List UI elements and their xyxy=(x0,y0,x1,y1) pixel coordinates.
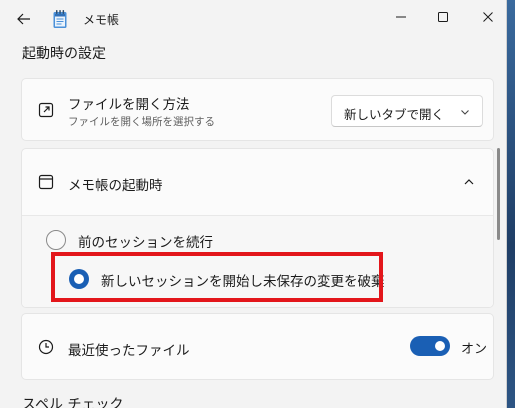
open-file-label: ファイルを開く方法 xyxy=(68,97,190,113)
app-title: メモ帳 xyxy=(83,13,120,27)
recent-files-setting-card: 最近使ったファイル オン xyxy=(21,313,494,380)
title-bar: メモ帳 xyxy=(0,0,506,38)
recent-files-label: 最近使ったファイル xyxy=(68,343,190,359)
toggle-state-label: オン xyxy=(461,342,488,357)
close-icon xyxy=(483,12,493,22)
startup-label: メモ帳の起動時 xyxy=(68,178,163,194)
recent-files-toggle[interactable] xyxy=(410,336,450,356)
section-title-spell-check: スペル チェック xyxy=(22,397,124,408)
radio-label: 前のセッションを続行 xyxy=(78,235,213,251)
minimize-icon xyxy=(396,16,406,18)
dropdown-selected-value: 新しいタブで開く xyxy=(344,107,445,122)
open-external-icon xyxy=(38,102,54,118)
open-file-description: ファイルを開く場所を選択する xyxy=(68,116,215,128)
radio-button[interactable] xyxy=(46,230,66,250)
open-file-dropdown[interactable]: 新しいタブで開く xyxy=(331,95,483,127)
back-button[interactable] xyxy=(10,7,38,31)
maximize-button[interactable] xyxy=(420,0,466,34)
notepad-icon xyxy=(53,10,67,28)
maximize-icon xyxy=(438,12,448,22)
back-arrow-icon xyxy=(17,13,30,25)
desktop-background xyxy=(507,0,515,408)
chevron-down-icon xyxy=(461,110,469,115)
open-file-setting-card: ファイルを開く方法 ファイルを開く場所を選択する 新しいタブで開く xyxy=(21,78,494,141)
close-button[interactable] xyxy=(465,0,506,34)
startup-expander-header[interactable]: メモ帳の起動時 xyxy=(22,149,493,215)
toggle-knob xyxy=(435,341,445,351)
chevron-up-icon[interactable] xyxy=(463,177,475,187)
section-title-startup-settings: 起動時の設定 xyxy=(22,46,106,62)
clock-icon xyxy=(38,339,54,355)
notepad-settings-window: メモ帳 起動時の設定 ファイルを開く方法 ファイルを開く場所を選択する 新しいタ… xyxy=(0,0,507,408)
highlight-annotation-box xyxy=(51,252,383,302)
window-icon xyxy=(38,174,54,190)
scrollbar[interactable] xyxy=(497,148,500,240)
minimize-button[interactable] xyxy=(378,0,424,34)
